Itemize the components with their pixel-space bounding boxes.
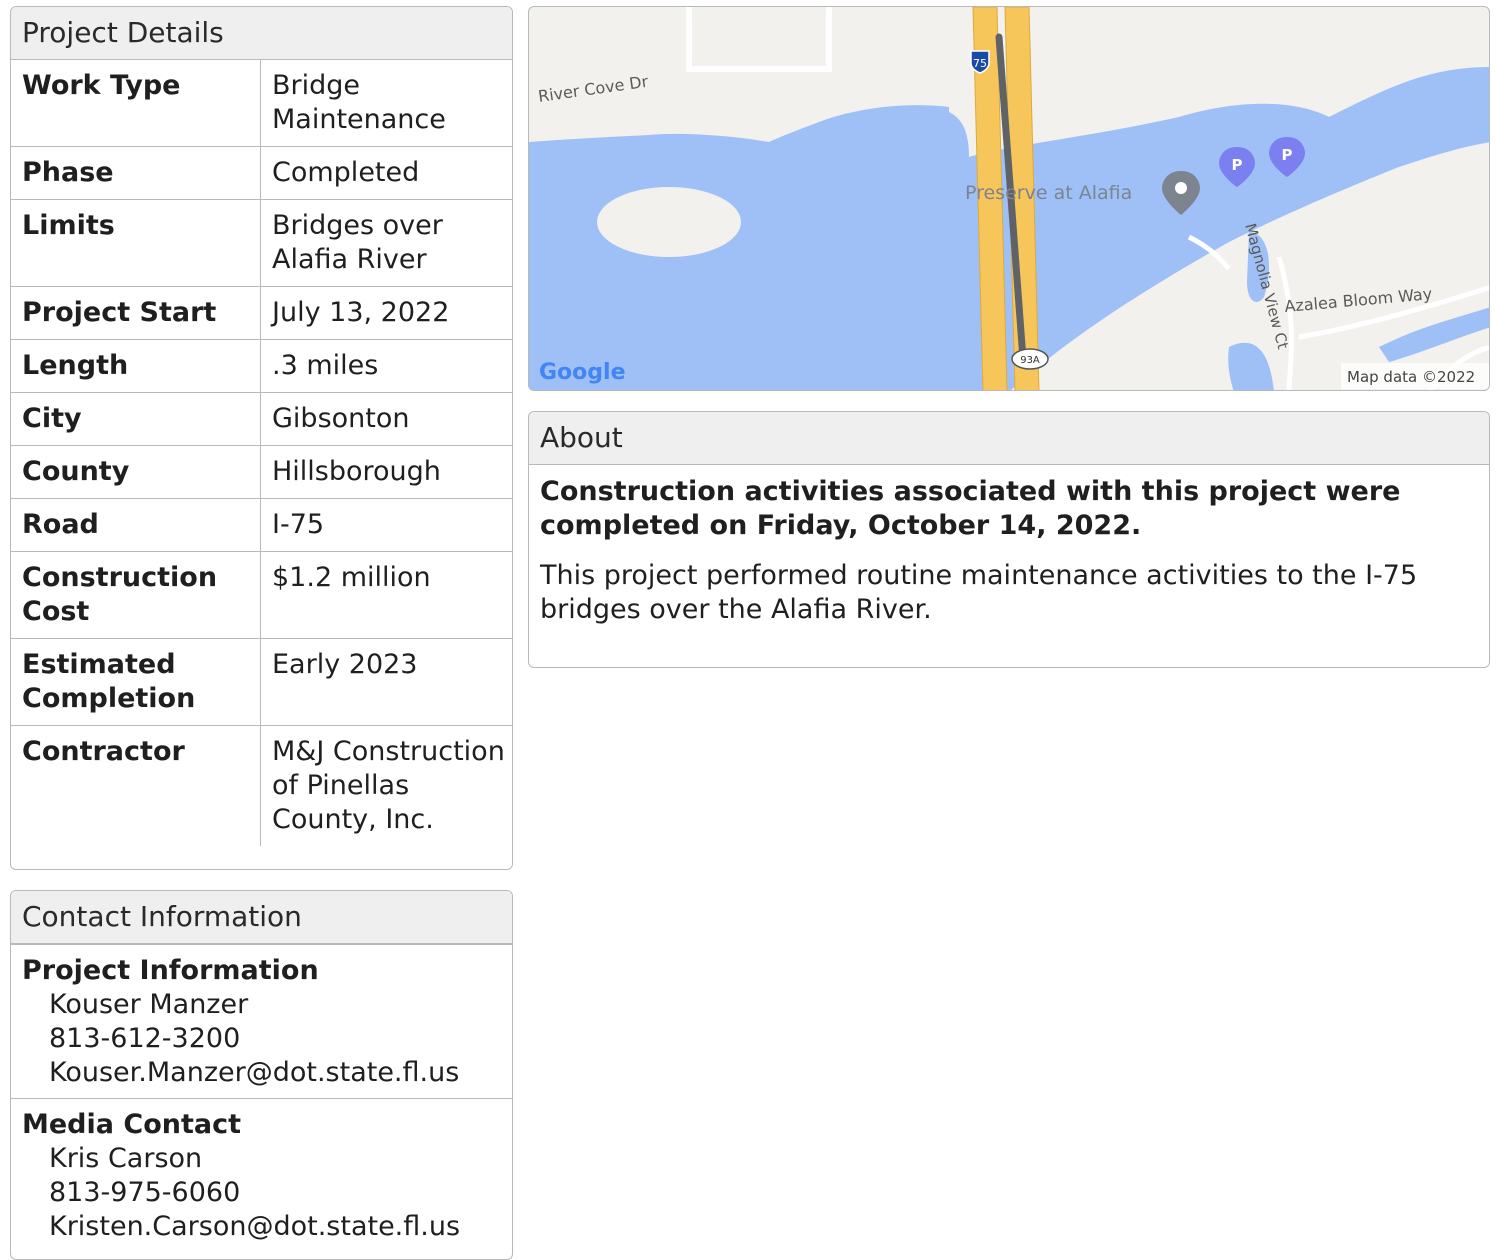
details-value: Bridge Maintenance	[272, 70, 446, 135]
details-row: Road I-75	[11, 498, 512, 552]
contact-phone[interactable]: 813-612-3200	[22, 1022, 501, 1056]
details-label: Work Type	[11, 60, 261, 147]
contact-name: Kris Carson	[49, 1143, 203, 1174]
details-value: Completed	[260, 146, 512, 200]
details-label: Project Start	[11, 286, 261, 340]
route-shield-label: 93A	[1020, 355, 1040, 366]
contact-phone[interactable]: 813-975-6060	[22, 1176, 501, 1210]
details-row: Construction Cost $1.2 million	[11, 551, 512, 639]
parking-pin-icon[interactable]: P	[1219, 147, 1255, 187]
details-label: City	[11, 392, 261, 446]
project-details-panel: Project Details Work Type Bridge Maintena…	[10, 6, 513, 870]
svg-text:P: P	[1282, 146, 1293, 164]
details-row: Estimated Completion Early 2023	[11, 638, 512, 726]
project-description: This project performed routine maintenan…	[540, 560, 1418, 625]
details-label: Road	[11, 498, 261, 552]
map-canvas[interactable]: 75 93A River Cove Dr Preserve at Alafia …	[529, 7, 1490, 391]
contact-media: Media Contact Kris Carson 813-975-6060 K…	[11, 1098, 512, 1252]
contact-email[interactable]: Kouser.Manzer@dot.state.fl.us	[22, 1056, 501, 1090]
contact-role: Media Contact	[22, 1109, 242, 1140]
interstate-shield-label: 75	[973, 57, 987, 70]
parking-pin-icon[interactable]: P	[1269, 137, 1305, 177]
contact-email[interactable]: Kristen.Carson@dot.state.fl.us	[22, 1210, 501, 1244]
details-row: Limits Bridges over Alafia River	[11, 199, 512, 287]
contact-information-panel: Contact Information Project Information …	[10, 890, 513, 1260]
details-value: M&J Construction of Pinellas County, Inc…	[260, 725, 512, 846]
poi-label-preserve: Preserve at Alafia	[965, 182, 1132, 204]
contact-project-information: Project Information Kouser Manzer 813-61…	[11, 944, 512, 1098]
details-label: Estimated Completion	[11, 638, 261, 726]
svg-text:P: P	[1232, 156, 1243, 174]
panel-title: About	[529, 412, 1489, 465]
details-table: Work Type Bridge Maintenance Phase Complete…	[11, 60, 512, 846]
details-value: Hillsborough	[260, 445, 512, 499]
details-label: Phase	[11, 146, 261, 200]
location-pin-icon[interactable]	[1162, 171, 1200, 215]
details-row: Length .3 miles	[11, 339, 512, 393]
panel-title: Project Details	[11, 7, 512, 60]
details-row: City Gibsonton	[11, 392, 512, 446]
details-label: Construction Cost	[11, 551, 261, 639]
details-row: Phase Completed	[11, 146, 512, 200]
details-row: Contractor M&J Construction of Pinellas C…	[11, 725, 512, 846]
details-label: Limits	[11, 199, 261, 287]
details-label: Length	[11, 339, 261, 393]
contact-role: Project Information	[22, 955, 319, 986]
details-label: Contractor	[11, 725, 261, 846]
details-value: Bridges over Alafia River	[260, 199, 512, 287]
details-value: .3 miles	[260, 339, 512, 393]
details-label: County	[11, 445, 261, 499]
details-row: County Hillsborough	[11, 445, 512, 499]
contact-name: Kouser Manzer	[49, 989, 249, 1020]
route-shield-icon: 93A	[1011, 348, 1049, 370]
details-value: Gibsonton	[260, 392, 512, 446]
project-map[interactable]: 75 93A River Cove Dr Preserve at Alafia …	[528, 6, 1490, 391]
details-row: Work Type Bridge Maintenance	[11, 60, 512, 147]
details-row: Project Start July 13, 2022	[11, 286, 512, 340]
about-body: Construction activities associated with …	[529, 465, 1489, 653]
about-panel: About Construction activities associated…	[528, 411, 1490, 668]
panel-title: Contact Information	[11, 891, 512, 944]
interstate-shield-icon: 75	[970, 50, 990, 74]
google-logo: Google	[539, 360, 626, 385]
map-attribution: Map data ©2022	[1347, 368, 1475, 386]
details-value: July 13, 2022	[260, 286, 512, 340]
details-value: $1.2 million	[260, 551, 512, 639]
details-value: I-75	[260, 498, 512, 552]
completion-notice: Construction activities associated with …	[540, 476, 1401, 541]
details-value: Early 2023	[260, 638, 512, 726]
